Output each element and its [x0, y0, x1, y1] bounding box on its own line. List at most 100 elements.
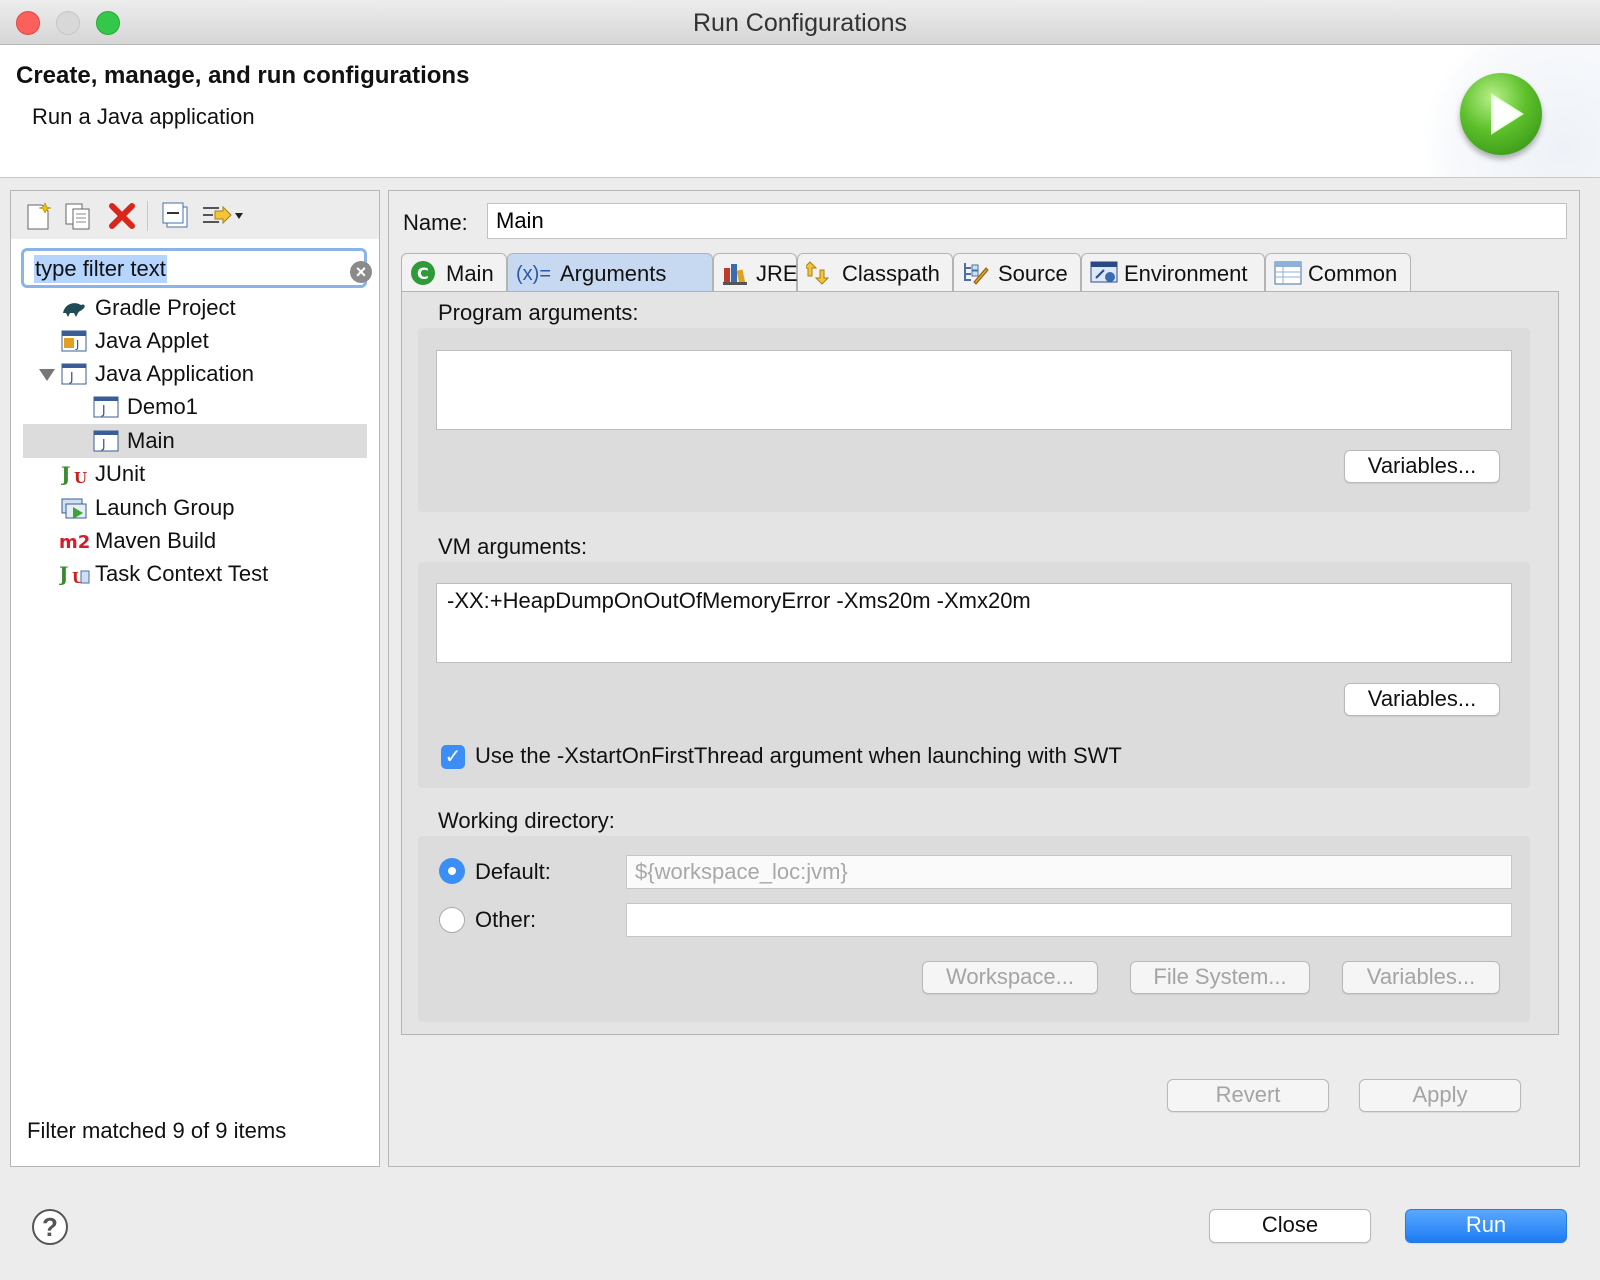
workspace-button[interactable]: Workspace... [922, 961, 1098, 994]
java-app-icon: J [93, 396, 119, 418]
filter-status: Filter matched 9 of 9 items [27, 1118, 287, 1143]
revert-button[interactable]: Revert [1167, 1079, 1329, 1112]
source-icon [962, 260, 989, 286]
tree-item-gradle-project[interactable]: Gradle Project [11, 291, 379, 325]
task-context-icon: JU [57, 562, 91, 587]
svg-text:m2: m2 [59, 532, 90, 552]
filter-menu-icon[interactable] [201, 201, 245, 231]
tree-item-label: Main [127, 428, 175, 453]
tab-common[interactable]: Common [1265, 253, 1411, 291]
working-dir-group: Default: ${workspace_loc:jvm} Other: Wor… [418, 836, 1530, 1022]
tab-main[interactable]: C Main [401, 253, 507, 291]
collapse-all-icon[interactable] [161, 201, 191, 231]
arguments-tab-content: Program arguments: Variables... VM argum… [401, 291, 1559, 1035]
default-radio-label: Default: [475, 859, 551, 884]
config-tree-panel: type filter text × Gradle Project J Java… [10, 190, 380, 1167]
tree-item-label: Gradle Project [95, 295, 236, 320]
java-applet-icon: J [61, 330, 87, 352]
tab-source[interactable]: Source [953, 253, 1081, 291]
program-args-variables-button[interactable]: Variables... [1344, 450, 1500, 483]
other-radio[interactable] [439, 907, 465, 933]
tab-label: Common [1308, 261, 1398, 286]
window-title: Run Configurations [692, 9, 907, 37]
tab-label: Classpath [842, 261, 940, 286]
tree-toolbar [11, 191, 379, 239]
tab-label: JRE [756, 261, 798, 286]
junit-icon: JU [59, 462, 87, 487]
java-app-icon: J [61, 363, 87, 385]
program-args-label: Program arguments: [438, 300, 639, 325]
tree-item-label: Maven Build [95, 528, 217, 553]
config-editor-panel: Name: C Main (x)= Arguments JRE Classpat… [388, 190, 1580, 1167]
program-args-group: Variables... [418, 328, 1530, 512]
svg-text:J: J [101, 403, 106, 417]
vm-args-label: VM arguments: [438, 534, 588, 559]
vm-args-variables-button[interactable]: Variables... [1344, 683, 1500, 716]
swt-checkbox[interactable]: ✓ [441, 745, 465, 769]
svg-text:J: J [61, 463, 70, 485]
tree-item-demo1[interactable]: J Demo1 [11, 390, 379, 424]
tree-item-label: Java Application [95, 361, 254, 386]
duplicate-icon[interactable] [63, 201, 93, 231]
common-icon [1274, 260, 1302, 286]
gradle-icon [61, 297, 87, 319]
launch-group-icon [61, 497, 87, 519]
svg-text:J: J [69, 370, 74, 384]
working-dir-label: Working directory: [438, 808, 615, 833]
expand-twisty-icon[interactable] [39, 369, 55, 381]
tree-item-maven-build[interactable]: m2 Maven Build [11, 524, 379, 558]
java-app-icon: J [93, 430, 119, 452]
default-radio[interactable] [439, 858, 465, 884]
dialog-header: Create, manage, and run configurations R… [0, 45, 1600, 178]
tab-label: Main [446, 261, 494, 286]
tab-jre[interactable]: JRE [713, 253, 798, 291]
arguments-icon: (x)= [516, 263, 551, 285]
working-dir-variables-button[interactable]: Variables... [1342, 961, 1500, 994]
svg-text:J: J [75, 338, 79, 351]
vm-args-textarea[interactable]: -XX:+HeapDumpOnOutOfMemoryError -Xms20m … [436, 583, 1512, 663]
filter-input[interactable]: type filter text [34, 255, 167, 283]
tree-item-task-context-test[interactable]: JU Task Context Test [11, 557, 379, 591]
run-button[interactable]: Run [1405, 1209, 1567, 1243]
file-system-button[interactable]: File System... [1130, 961, 1310, 994]
tab-label: Source [998, 261, 1068, 286]
header-subtitle: Run a Java application [32, 104, 255, 129]
swt-checkbox-label: Use the -XstartOnFirstThread argument wh… [475, 743, 1122, 768]
class-icon: C [410, 260, 436, 286]
delete-icon[interactable] [107, 201, 137, 231]
close-button[interactable]: Close [1209, 1209, 1371, 1243]
tree-item-java-application[interactable]: J Java Application [11, 357, 379, 391]
tab-environment[interactable]: Environment [1081, 253, 1265, 291]
title-bar: Run Configurations [0, 0, 1600, 45]
new-config-icon[interactable] [23, 201, 53, 231]
tree-item-java-applet[interactable]: J Java Applet [11, 324, 379, 358]
apply-button[interactable]: Apply [1359, 1079, 1521, 1112]
tab-arguments[interactable]: (x)= Arguments [507, 253, 713, 291]
name-input[interactable] [487, 203, 1567, 239]
clear-filter-icon[interactable]: × [350, 261, 372, 283]
help-button[interactable]: ? [32, 1209, 68, 1245]
filter-field[interactable]: type filter text × [21, 248, 372, 288]
tree-item-label: JUnit [95, 461, 146, 486]
tree-item-label: Launch Group [95, 495, 235, 520]
environment-icon [1090, 260, 1118, 286]
tab-classpath[interactable]: Classpath [797, 253, 953, 291]
svg-text:J: J [101, 437, 106, 451]
program-args-textarea[interactable] [436, 350, 1512, 430]
svg-text:U: U [74, 469, 87, 485]
svg-text:C: C [417, 264, 429, 283]
tree-item-label: Java Applet [95, 328, 209, 353]
tree-item-main[interactable]: J Main [23, 424, 367, 458]
vm-args-group: -XX:+HeapDumpOnOutOfMemoryError -Xms20m … [418, 562, 1530, 788]
other-dir-field[interactable] [626, 903, 1512, 937]
tab-label: Arguments [560, 261, 667, 286]
jre-icon [722, 260, 748, 286]
tree-item-launch-group[interactable]: Launch Group [11, 491, 379, 525]
toolbar-separator [147, 201, 148, 231]
tab-label: Environment [1124, 261, 1248, 286]
tree-item-junit[interactable]: JU JUnit [11, 457, 379, 491]
name-label: Name: [403, 210, 468, 235]
classpath-icon [802, 260, 832, 286]
svg-text:J: J [59, 563, 68, 585]
maven-icon: m2 [59, 530, 91, 553]
